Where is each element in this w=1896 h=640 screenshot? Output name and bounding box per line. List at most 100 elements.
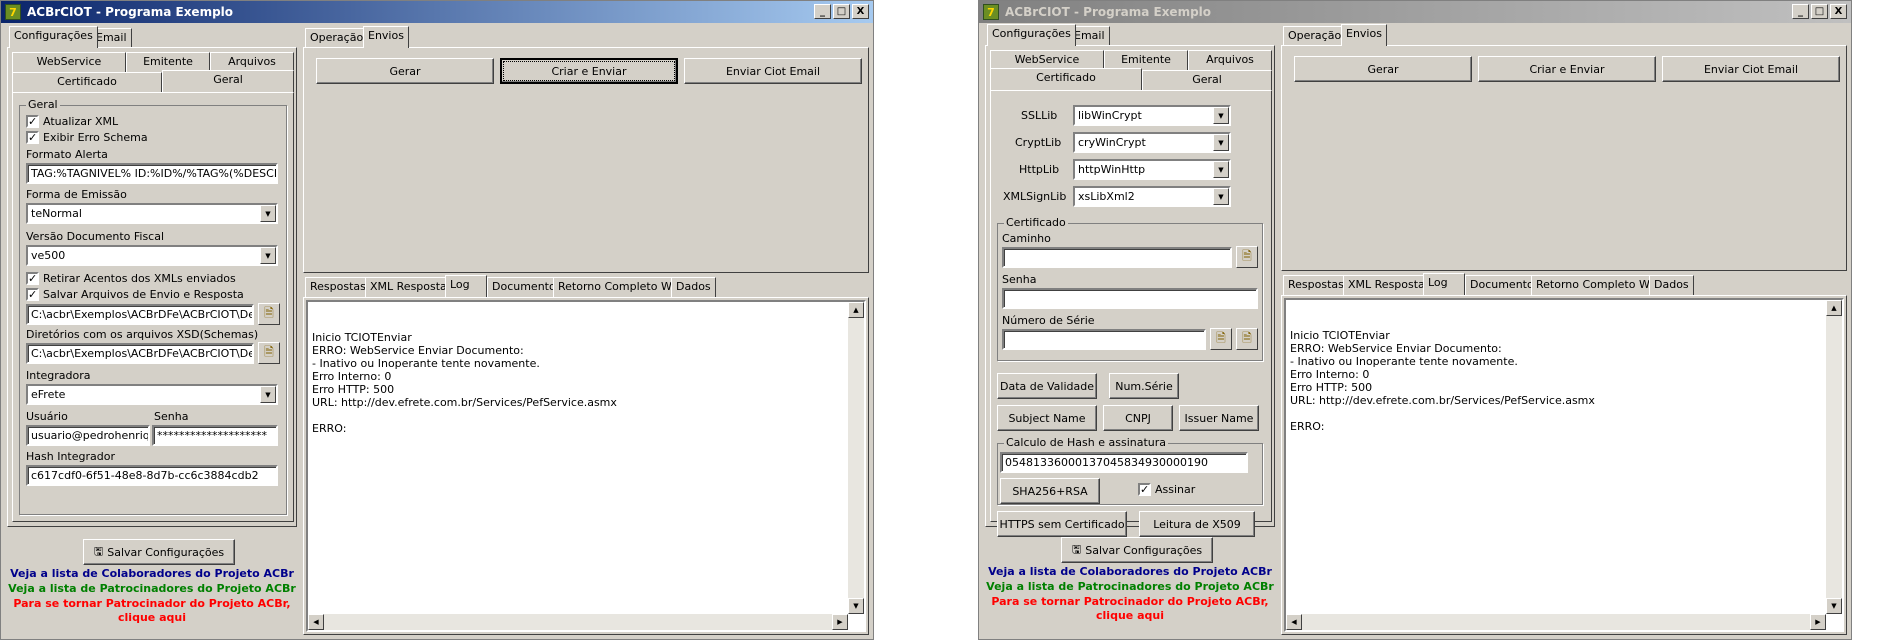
clique-aqui-link[interactable]: clique aqui (7, 611, 297, 624)
subtab-emitente[interactable]: Emitente (126, 52, 210, 72)
caminho-input[interactable] (1002, 247, 1232, 268)
horizontal-scrollbar[interactable]: ◀ ▶ (1286, 614, 1826, 630)
criar-enviar-button[interactable]: Criar e Enviar (1478, 56, 1656, 82)
leitura-x509-button[interactable]: Leitura de X509 (1139, 511, 1255, 537)
cert-senha-label: Senha (1002, 273, 1037, 286)
tab-operacao[interactable]: Operação (1283, 26, 1347, 46)
versao-select[interactable]: ve500 ▼ (26, 245, 278, 266)
folder-browse-icon[interactable]: 🗎 (258, 303, 280, 325)
subtab-certificado[interactable]: Certificado (12, 72, 162, 92)
colaboradores-link[interactable]: Veja a lista de Colaboradores do Projeto… (985, 565, 1275, 578)
cnpj-button[interactable]: CNPJ (1103, 405, 1173, 431)
salvar-path-input[interactable]: C:\acbr\Exemplos\ACBrDFe\ACBrCIOT\Delphi… (26, 304, 254, 325)
tab-xml-resposta[interactable]: XML Resposta (365, 277, 452, 297)
salvar-configuracoes-button[interactable]: 🖫 Salvar Configurações (83, 539, 235, 565)
numero-serie-input[interactable] (1002, 329, 1206, 350)
num-serie-button[interactable]: Num.Série (1109, 373, 1179, 399)
tab-respostas[interactable]: Respostas (1283, 275, 1349, 295)
tab-respostas[interactable]: Respostas (305, 277, 371, 297)
close-button[interactable]: X (852, 4, 869, 19)
exibir-erro-checkbox[interactable]: ✓ Exibir Erro Schema (26, 131, 148, 144)
window-title: ACBrCIOT - Programa Exemplo (27, 5, 234, 19)
tornar-patrocinador-link[interactable]: Para se tornar Patrocinador do Projeto A… (7, 597, 297, 610)
atualizar-xml-checkbox[interactable]: ✓ Atualizar XML (26, 115, 118, 128)
cryptlib-select[interactable]: cryWinCrypt ▼ (1073, 132, 1231, 153)
forma-emissao-select[interactable]: teNormal ▼ (26, 203, 278, 224)
tab-envios[interactable]: Envios (1341, 24, 1387, 46)
tab-dados[interactable]: Dados (671, 277, 716, 297)
salvar-configuracoes-button[interactable]: 🖫 Salvar Configurações (1061, 537, 1213, 563)
subject-name-button[interactable]: Subject Name (997, 405, 1097, 431)
tab-documento[interactable]: Documento (1465, 275, 1539, 295)
data-validade-button[interactable]: Data de Validade (997, 373, 1097, 399)
ssllib-select[interactable]: libWinCrypt ▼ (1073, 105, 1231, 126)
select-cert-alt-icon[interactable]: 🗎 (1236, 328, 1258, 350)
close-button[interactable]: X (1830, 4, 1847, 19)
xsd-path-input[interactable]: C:\acbr\Exemplos\ACBrDFe\ACBrCIOT\Delphi… (26, 343, 254, 364)
tab-retorno[interactable]: Retorno Completo WS (553, 277, 684, 297)
maximize-button[interactable]: □ (1811, 4, 1828, 19)
vertical-scrollbar[interactable]: ▲ ▼ (848, 302, 864, 614)
https-sem-certificado-button[interactable]: HTTPS sem Certificado (997, 511, 1127, 537)
minimize-button[interactable]: _ (814, 4, 831, 19)
tab-configuracoes[interactable]: Configurações (987, 24, 1076, 46)
numero-serie-label: Número de Série (1002, 314, 1095, 327)
patrocinadores-link[interactable]: Veja a lista de Patrocinadores do Projet… (985, 580, 1275, 593)
folder-browse-icon[interactable]: 🗎 (1236, 246, 1258, 268)
subtab-certificado[interactable]: Certificado (990, 68, 1142, 90)
maximize-button[interactable]: □ (833, 4, 850, 19)
senha-input[interactable]: ******************** (152, 425, 278, 446)
formato-alerta-input[interactable]: TAG:%TAGNIVEL% ID:%ID%/%TAG%(%DESCRI (26, 163, 278, 184)
forma-emissao-label: Forma de Emissão (26, 188, 127, 201)
vertical-scrollbar[interactable]: ▲ ▼ (1826, 300, 1842, 614)
httplib-select[interactable]: httpWinHttp ▼ (1073, 159, 1231, 180)
enviar-email-button[interactable]: Enviar Ciot Email (684, 58, 862, 84)
tab-log[interactable]: Log (1423, 273, 1465, 295)
clique-aqui-link[interactable]: clique aqui (985, 609, 1275, 622)
tab-log[interactable]: Log (445, 275, 487, 297)
colaboradores-link[interactable]: Veja a lista de Colaboradores do Projeto… (7, 567, 297, 580)
select-cert-icon[interactable]: 🗎 (1210, 328, 1232, 350)
subtab-webservice[interactable]: WebService (12, 52, 126, 72)
tab-retorno[interactable]: Retorno Completo WS (1531, 275, 1662, 295)
subtab-emitente[interactable]: Emitente (1104, 50, 1188, 70)
chevron-down-icon: ▼ (260, 205, 276, 222)
retirar-acentos-checkbox[interactable]: ✓ Retirar Acentos dos XMLs enviados (26, 272, 236, 285)
subtab-webservice[interactable]: WebService (990, 50, 1104, 70)
sha256-rsa-button[interactable]: SHA256+RSA (1000, 478, 1100, 504)
tab-configuracoes[interactable]: Configurações (9, 26, 98, 48)
tab-xml-resposta[interactable]: XML Resposta (1343, 275, 1430, 295)
title-bar[interactable]: 7 ACBrCIOT - Programa Exemplo _ □ X (979, 1, 1851, 23)
patrocinadores-link[interactable]: Veja a lista de Patrocinadores do Projet… (7, 582, 297, 595)
hash-input[interactable]: 05481336000137045834930000190 (1000, 452, 1248, 473)
tab-envios[interactable]: Envios (363, 26, 409, 48)
hash-group: Calculo de Hash e assinatura 05481336000… (997, 436, 1263, 505)
issuer-name-button[interactable]: Issuer Name (1179, 405, 1259, 431)
hash-integrador-input[interactable]: c617cdf0-6f51-48e8-8d7b-cc6c3884cdb2 (26, 465, 278, 486)
gerar-button[interactable]: Gerar (316, 58, 494, 84)
folder-browse-icon[interactable]: 🗎 (258, 342, 280, 364)
tab-documento[interactable]: Documento (487, 277, 561, 297)
tab-operacao[interactable]: Operação (305, 28, 369, 48)
gerar-button[interactable]: Gerar (1294, 56, 1472, 82)
usuario-input[interactable]: usuario@pedrohenriquez (26, 425, 150, 446)
salvar-arquivos-checkbox[interactable]: ✓ Salvar Arquivos de Envio e Resposta (26, 288, 244, 301)
integradora-select[interactable]: eFrete ▼ (26, 384, 278, 405)
log-memo[interactable]: Inicio TCIOTEnviar ERRO: WebService Envi… (306, 300, 866, 632)
cert-senha-input[interactable] (1002, 288, 1258, 309)
minimize-button[interactable]: _ (1792, 4, 1809, 19)
tab-dados[interactable]: Dados (1649, 275, 1694, 295)
xmlsign-select[interactable]: xsLibXml2 ▼ (1073, 186, 1231, 207)
subtab-arquivos[interactable]: Arquivos (1188, 50, 1272, 70)
log-memo[interactable]: Inicio TCIOTEnviar ERRO: WebService Envi… (1284, 298, 1844, 632)
enviar-email-button[interactable]: Enviar Ciot Email (1662, 56, 1840, 82)
subtab-geral[interactable]: Geral (1142, 70, 1272, 90)
chevron-down-icon: ▼ (260, 386, 276, 403)
title-bar[interactable]: 7 ACBrCIOT - Programa Exemplo _ □ X (1, 1, 873, 23)
subtab-geral[interactable]: Geral (162, 70, 294, 92)
criar-enviar-button[interactable]: Criar e Enviar (500, 58, 678, 84)
horizontal-scrollbar[interactable]: ◀ ▶ (308, 614, 848, 630)
assinar-checkbox[interactable]: ✓ Assinar (1138, 483, 1195, 496)
tornar-patrocinador-link[interactable]: Para se tornar Patrocinador do Projeto A… (985, 595, 1275, 608)
subtab-arquivos[interactable]: Arquivos (210, 52, 294, 72)
